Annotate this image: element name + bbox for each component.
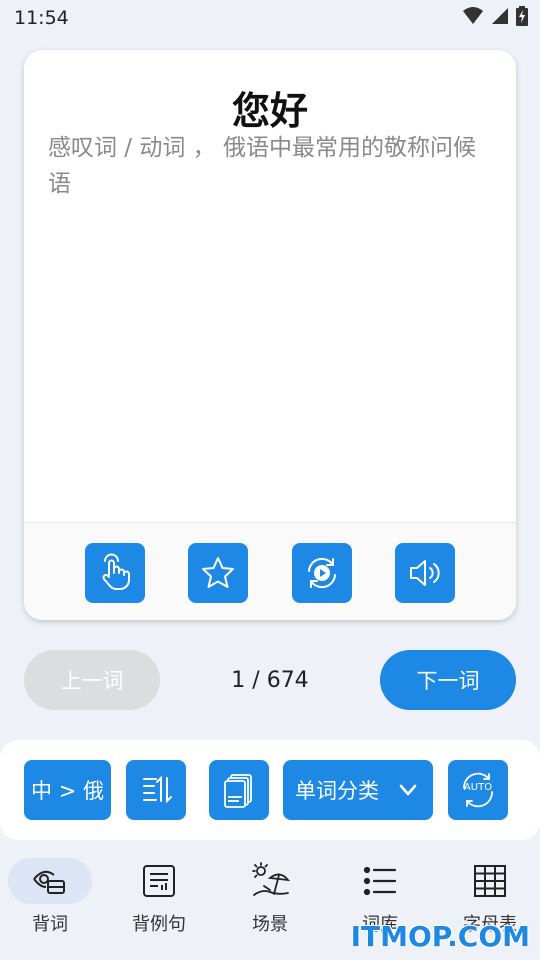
nav-label: 背词 [32,914,68,935]
wifi-icon [463,7,483,24]
word-navigation: 上一词 1 / 674 下一词 [24,650,516,710]
nav-icon-container [448,858,532,904]
word-text: 您好 [231,89,308,133]
nav-icon-highlight [8,858,92,904]
word-card-icon [224,774,252,808]
nav-item-words[interactable]: 背词 [0,858,100,948]
grid-icon [474,865,506,897]
sound-button[interactable] [395,543,455,603]
nav-icon-container [228,858,312,904]
status-icons [462,6,528,26]
word-counter: 1 / 674 [231,667,309,693]
eye-book-icon [33,870,65,894]
battery-icon [516,6,528,26]
sort-icon [143,775,172,804]
beach-icon [252,862,290,896]
card-mode-button[interactable] [209,760,269,820]
auto-label: AUTO [463,782,493,793]
sort-button[interactable] [126,760,186,820]
watermark: ITMOP.COM [350,920,530,953]
options-panel: 中 > 俄 单词分类 AUTO [0,740,540,840]
nav-label: 场景 [252,914,288,935]
nav-label: 背例句 [132,914,186,935]
favorite-button[interactable] [188,543,248,603]
nav-icon-container [338,858,422,904]
replay-button[interactable] [292,543,352,603]
speaker-icon [410,560,440,586]
replay-icon [308,557,336,589]
signal-icon [492,8,508,24]
nav-item-scenes[interactable]: 场景 [220,858,320,948]
nav-icon-container [117,858,201,904]
nav-item-sentences[interactable]: 背例句 [109,858,209,948]
prev-word-button[interactable]: 上一词 [24,650,160,710]
category-label: 单词分类 [295,779,379,803]
next-word-button[interactable]: 下一词 [380,650,516,710]
word-meaning: 感叹词 / 动词 ， 俄语中最常用的敬称问候语 [48,135,476,197]
hand-tap-icon [102,553,130,590]
category-dropdown[interactable]: 单词分类 [283,760,433,820]
chevron-down-icon [399,784,417,796]
card-toolbar [24,522,516,620]
sentence-icon [143,865,175,897]
status-time: 11:54 [14,7,69,29]
word-card: 您好 感叹词 / 动词 ， 俄语中最常用的敬称问候语 [24,50,516,620]
tap-button[interactable] [85,543,145,603]
list-icon [363,866,397,896]
direction-toggle-button[interactable]: 中 > 俄 [24,760,111,820]
status-bar: 11:54 [0,0,540,36]
auto-play-button[interactable]: AUTO [448,760,508,820]
star-icon [202,557,234,588]
